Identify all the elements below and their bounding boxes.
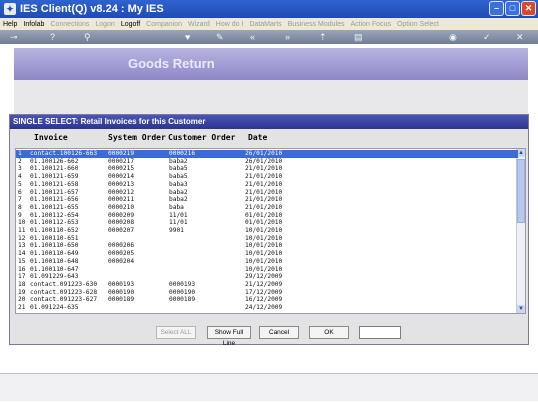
select-all-button[interactable]: Select ALL xyxy=(156,326,196,339)
search-input[interactable] xyxy=(359,326,401,339)
status-bar xyxy=(0,373,538,401)
app-icon: ✦ xyxy=(4,3,16,15)
scroll-thumb[interactable] xyxy=(517,159,525,223)
heart-icon[interactable]: ♥ xyxy=(185,31,190,43)
column-headers: Invoice System Order Customer Order Date xyxy=(10,131,528,145)
back-icon[interactable]: « xyxy=(250,31,255,43)
minimize-button[interactable]: – xyxy=(489,1,504,16)
col-invoice-header[interactable]: Invoice xyxy=(34,133,68,142)
cell-date: 24/12/2009 xyxy=(245,304,283,311)
page-title: Goods Return xyxy=(128,56,215,71)
maximize-button[interactable]: □ xyxy=(505,1,520,16)
menu-item-logoff[interactable]: Logoff xyxy=(118,21,143,28)
help-icon[interactable]: ? xyxy=(50,31,55,43)
menu-item-connections[interactable]: Connections xyxy=(47,21,92,28)
scroll-up-icon[interactable]: ▲ xyxy=(517,149,525,157)
menu-item-datamarts[interactable]: DataMarts xyxy=(246,21,284,28)
menu-item-option-select[interactable]: Option Select xyxy=(394,21,442,28)
invoice-list[interactable]: ▲ ▼ 1 contact.100126-663 0000219 0000216 26/… xyxy=(15,148,526,314)
dialog-title: SINGLE SELECT: Retail Invoices for this … xyxy=(10,115,528,129)
menu-bar: Help Infolab Connections Logon Logoff Compani… xyxy=(0,18,538,30)
forward-icon[interactable]: » xyxy=(285,31,290,43)
dialog-buttons: Select ALL Show Full Line Cancel OK xyxy=(10,326,528,347)
ok-button[interactable]: OK xyxy=(309,326,349,339)
window-title: IES Client(Q) v8.24 : My IES xyxy=(20,3,164,15)
col-customer-order-header[interactable]: Customer Order xyxy=(168,133,235,142)
check-icon[interactable]: ✓ xyxy=(483,31,491,43)
toolbar: ⊸? ⚲ ♥ ✎ « » ⇡ ▤ ◉ ✓ ✕ xyxy=(0,30,538,44)
footer xyxy=(0,345,538,402)
table-row[interactable]: 21 01.091224-635 24/12/2009 xyxy=(16,304,518,312)
menu-item-logon[interactable]: Logon xyxy=(92,21,117,28)
key-icon[interactable]: ⊸ xyxy=(10,31,18,43)
show-full-line-button[interactable]: Show Full Line xyxy=(207,326,251,347)
edit-icon[interactable]: ✎ xyxy=(216,31,224,43)
menu-item-action-focus[interactable]: Action Focus xyxy=(348,21,394,28)
scroll-down-icon[interactable]: ▼ xyxy=(517,305,525,313)
menu-item-companion[interactable]: Companion xyxy=(143,21,185,28)
menu-item-business-modules[interactable]: Business Modules xyxy=(285,21,348,28)
menu-item-help[interactable]: Help xyxy=(0,21,20,28)
col-date-header[interactable]: Date xyxy=(248,133,267,142)
menu-item-infolab[interactable]: Infolab xyxy=(20,21,47,28)
menu-item-wizard[interactable]: Wizard xyxy=(185,21,213,28)
close-window-button[interactable]: ✕ xyxy=(521,1,536,16)
window-controls: – □ ✕ xyxy=(489,1,536,16)
cancel-button[interactable]: Cancel xyxy=(259,326,299,339)
background-panel xyxy=(14,80,528,116)
menu-item-how-do-i[interactable]: How do I xyxy=(213,21,247,28)
upload-icon[interactable]: ⇡ xyxy=(319,31,327,43)
search-icon[interactable]: ⚲ xyxy=(84,31,91,43)
close-icon[interactable]: ✕ xyxy=(516,31,524,43)
document-icon[interactable]: ▤ xyxy=(354,31,363,43)
select-dialog: SINGLE SELECT: Retail Invoices for this … xyxy=(9,114,529,347)
cell-invoice: 01.091224-635 xyxy=(30,304,79,311)
col-system-order-header[interactable]: System Order xyxy=(108,133,166,142)
title-bar: ✦ IES Client(Q) v8.24 : My IES – □ ✕ xyxy=(0,0,538,18)
page-banner: Goods Return xyxy=(14,48,528,80)
globe-icon[interactable]: ◉ xyxy=(449,31,457,43)
cell-n: 21 xyxy=(18,304,26,311)
